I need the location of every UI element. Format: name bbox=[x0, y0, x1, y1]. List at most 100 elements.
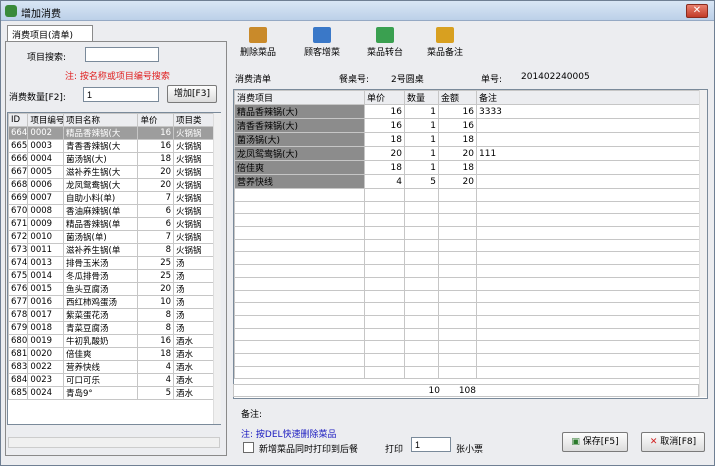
table-row[interactable]: 精品香辣锅(大) 16 1 16 3333 bbox=[234, 104, 701, 119]
table-cell: 16 bbox=[137, 139, 175, 153]
cancel-button[interactable]: ✕ 取消[F8] bbox=[641, 432, 705, 452]
table-cell bbox=[438, 289, 477, 304]
table-row[interactable] bbox=[234, 188, 701, 202]
table-row[interactable]: 668 0006 龙凤鸳鸯锅(大 20 火锅锅 bbox=[8, 178, 214, 192]
consumption-vertical-scrollbar[interactable] bbox=[699, 90, 707, 397]
save-button[interactable]: ▣ 保存[F5] bbox=[562, 432, 628, 452]
consumption-col-header[interactable]: 备注 bbox=[476, 90, 701, 105]
table-row[interactable] bbox=[234, 238, 701, 253]
table-row[interactable]: 684 0023 可口可乐 4 酒水 bbox=[8, 373, 214, 387]
table-row[interactable] bbox=[234, 276, 701, 291]
consumption-col-header[interactable]: 单价 bbox=[364, 90, 405, 105]
table-row[interactable]: 670 0008 香油麻辣锅(单 6 火锅锅 bbox=[8, 204, 214, 218]
table-cell bbox=[438, 238, 477, 253]
table-row[interactable]: 672 0010 菌汤锅(单) 7 火锅锅 bbox=[8, 230, 214, 244]
table-cell: 20 bbox=[364, 146, 405, 161]
table-row[interactable]: 665 0003 青香香辣锅(大 16 火锅锅 bbox=[8, 139, 214, 153]
table-cell bbox=[404, 238, 439, 253]
table-cell bbox=[404, 200, 439, 215]
print-new-checkbox[interactable] bbox=[243, 442, 254, 453]
table-row[interactable] bbox=[234, 365, 701, 380]
table-row[interactable] bbox=[234, 200, 701, 215]
table-cell: 671 bbox=[8, 217, 29, 231]
table-cell: 5 bbox=[137, 386, 175, 400]
table-cell: 16 bbox=[438, 104, 477, 119]
list-label: 消费清单 bbox=[235, 75, 272, 85]
table-cell bbox=[234, 200, 365, 215]
table-row[interactable] bbox=[234, 226, 701, 240]
table-cell bbox=[364, 226, 405, 240]
table-cell: 汤 bbox=[173, 295, 214, 309]
tab-consumption-items[interactable]: 消费项目(清单) bbox=[7, 25, 93, 42]
items-col-header[interactable]: 项目类 bbox=[173, 113, 214, 127]
table-row[interactable]: 678 0017 紫菜蛋花汤 8 汤 bbox=[8, 308, 214, 322]
table-cell: 10 bbox=[137, 295, 175, 309]
table-row[interactable]: 营养快线 4 5 20 bbox=[234, 174, 701, 189]
table-cell: 西红柿鸡蛋汤 bbox=[62, 295, 139, 309]
table-row[interactable] bbox=[234, 302, 701, 316]
table-cell: 火锅锅 bbox=[173, 178, 214, 192]
table-row[interactable]: 685 0024 青岛9° 5 酒水 bbox=[8, 386, 214, 400]
table-row[interactable] bbox=[234, 314, 701, 329]
table-row[interactable]: 菌汤锅(大) 18 1 18 bbox=[234, 132, 701, 147]
table-row[interactable] bbox=[234, 289, 701, 304]
delete-dish-button[interactable]: 删除菜品 bbox=[235, 25, 281, 65]
table-row[interactable]: 667 0005 滋补养生锅(大 20 火锅锅 bbox=[8, 165, 214, 179]
table-cell: 25 bbox=[137, 269, 175, 283]
table-cell: 菌汤锅(大) bbox=[234, 132, 365, 147]
print-count-input[interactable] bbox=[411, 437, 451, 452]
table-row[interactable]: 倍佳爽 18 1 18 bbox=[234, 160, 701, 175]
items-vertical-scrollbar[interactable] bbox=[213, 113, 221, 424]
table-cell bbox=[234, 340, 365, 354]
table-row[interactable]: 清香香辣锅(大) 16 1 16 bbox=[234, 118, 701, 133]
table-row[interactable]: 龙凤鸳鸯锅(大) 20 1 20 111 bbox=[234, 146, 701, 161]
table-row[interactable]: 679 0018 青菜豆腐汤 8 汤 bbox=[8, 321, 214, 335]
table-row[interactable]: 664 0002 精品香辣锅(大 16 火锅锅 bbox=[8, 126, 214, 140]
table-row[interactable] bbox=[234, 264, 701, 278]
table-row[interactable] bbox=[234, 340, 701, 354]
close-button[interactable]: ✕ bbox=[686, 4, 708, 18]
search-input[interactable] bbox=[85, 47, 159, 62]
items-horizontal-scrollbar[interactable] bbox=[8, 437, 220, 448]
table-row[interactable]: 666 0004 菌汤锅(大) 18 火锅锅 bbox=[8, 152, 214, 166]
table-cell bbox=[438, 327, 477, 342]
items-col-header[interactable]: 项目名称 bbox=[62, 113, 139, 127]
dish-note-button[interactable]: 菜品备注 bbox=[419, 25, 471, 65]
table-row[interactable]: 677 0016 西红柿鸡蛋汤 10 汤 bbox=[8, 295, 214, 309]
table-row[interactable]: 671 0009 精品香辣锅(单 6 火锅锅 bbox=[8, 217, 214, 231]
items-col-header[interactable]: 项目编号 bbox=[27, 113, 64, 127]
table-cell bbox=[364, 327, 405, 342]
table-row[interactable]: 683 0022 营养快线 4 酒水 bbox=[8, 360, 214, 374]
qty-input[interactable] bbox=[83, 87, 159, 102]
table-row[interactable]: 675 0014 冬瓜排骨汤 25 汤 bbox=[8, 269, 214, 283]
table-cell: 火锅锅 bbox=[173, 165, 214, 179]
table-cell bbox=[476, 174, 701, 189]
transfer-table-button[interactable]: 菜品转台 bbox=[359, 25, 411, 65]
table-cell: 0005 bbox=[27, 165, 64, 179]
items-col-header[interactable]: 单价 bbox=[137, 113, 175, 127]
consumption-col-header[interactable]: 金额 bbox=[438, 90, 477, 105]
table-row[interactable] bbox=[234, 352, 701, 367]
table-row[interactable] bbox=[234, 251, 701, 266]
items-col-header[interactable]: ID bbox=[8, 113, 29, 127]
customer-add-button[interactable]: 顾客增菜 bbox=[296, 25, 348, 65]
table-row[interactable]: 669 0007 自助小料(单) 7 火锅锅 bbox=[8, 191, 214, 205]
add-button[interactable]: 增加[F3] bbox=[167, 85, 217, 103]
table-cell bbox=[404, 213, 439, 228]
table-row[interactable] bbox=[234, 327, 701, 342]
table-cell: 火锅锅 bbox=[173, 191, 214, 205]
print-label: 打印 bbox=[385, 445, 404, 455]
table-row[interactable]: 674 0013 排骨玉米汤 25 汤 bbox=[8, 256, 214, 270]
consumption-col-header[interactable]: 数量 bbox=[404, 90, 439, 105]
table-row[interactable]: 673 0011 滋补养生锅(单 8 火锅锅 bbox=[8, 243, 214, 257]
table-row[interactable]: 676 0015 鱼头豆腐汤 20 汤 bbox=[8, 282, 214, 296]
table-row[interactable]: 680 0019 牛初乳酸奶 16 酒水 bbox=[8, 334, 214, 348]
table-row[interactable] bbox=[234, 213, 701, 228]
table-cell: 火锅锅 bbox=[173, 217, 214, 231]
consumption-col-header[interactable]: 消费项目 bbox=[234, 90, 365, 105]
table-cell bbox=[234, 314, 365, 329]
table-cell: 青菜豆腐汤 bbox=[62, 321, 139, 335]
table-cell bbox=[404, 276, 439, 291]
table-row[interactable]: 681 0020 倍佳爽 18 酒水 bbox=[8, 347, 214, 361]
table-cell: 677 bbox=[8, 295, 29, 309]
